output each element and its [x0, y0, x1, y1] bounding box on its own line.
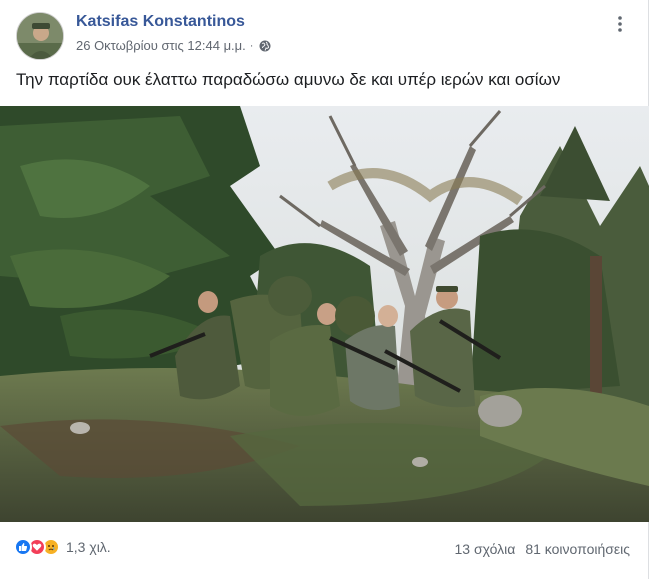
shares-count[interactable]: 81 κοινοποιήσεις [525, 541, 630, 557]
more-options-icon[interactable] [610, 14, 630, 34]
post-text: Την παρτίδα ουκ έλαττω παραδώσω αμυνω δε… [16, 70, 561, 89]
post-stats: 13 σχόλια 81 κοινοποιήσεις [455, 541, 630, 557]
globe-icon[interactable] [259, 40, 271, 52]
facebook-post: Katsifas Konstantinos 26 Οκτωβρίου στις … [0, 0, 649, 579]
author-avatar[interactable] [16, 12, 64, 60]
post-timestamp[interactable]: 26 Οκτωβρίου στις 12:44 μ.μ. [76, 38, 246, 53]
post-meta: 26 Οκτωβρίου στις 12:44 μ.μ. · [76, 38, 271, 53]
meta-separator: · [249, 39, 254, 52]
like-icon [14, 538, 32, 556]
comments-count[interactable]: 13 σχόλια [455, 541, 516, 557]
reaction-count: 1,3 χιλ. [66, 539, 111, 555]
post-photo[interactable] [0, 106, 649, 522]
author-name[interactable]: Katsifas Konstantinos [76, 13, 245, 31]
reactions-summary[interactable]: 1,3 χιλ. [14, 538, 111, 556]
